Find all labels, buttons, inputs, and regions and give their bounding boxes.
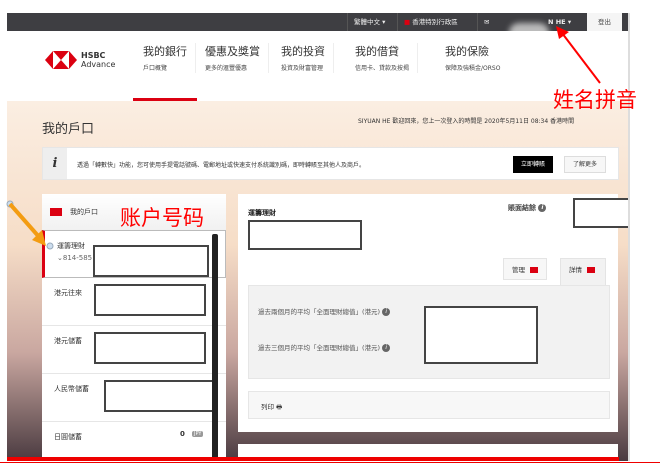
annotation-account-number: 账户号码 [120, 206, 204, 230]
annotation-arrows [6, 26, 601, 250]
red-arrow-icon [561, 32, 601, 84]
red-arrowhead-icon [556, 26, 569, 39]
annotation-name-pinyin: 姓名拼音 [553, 88, 637, 112]
orange-arrow-icon [8, 202, 42, 240]
